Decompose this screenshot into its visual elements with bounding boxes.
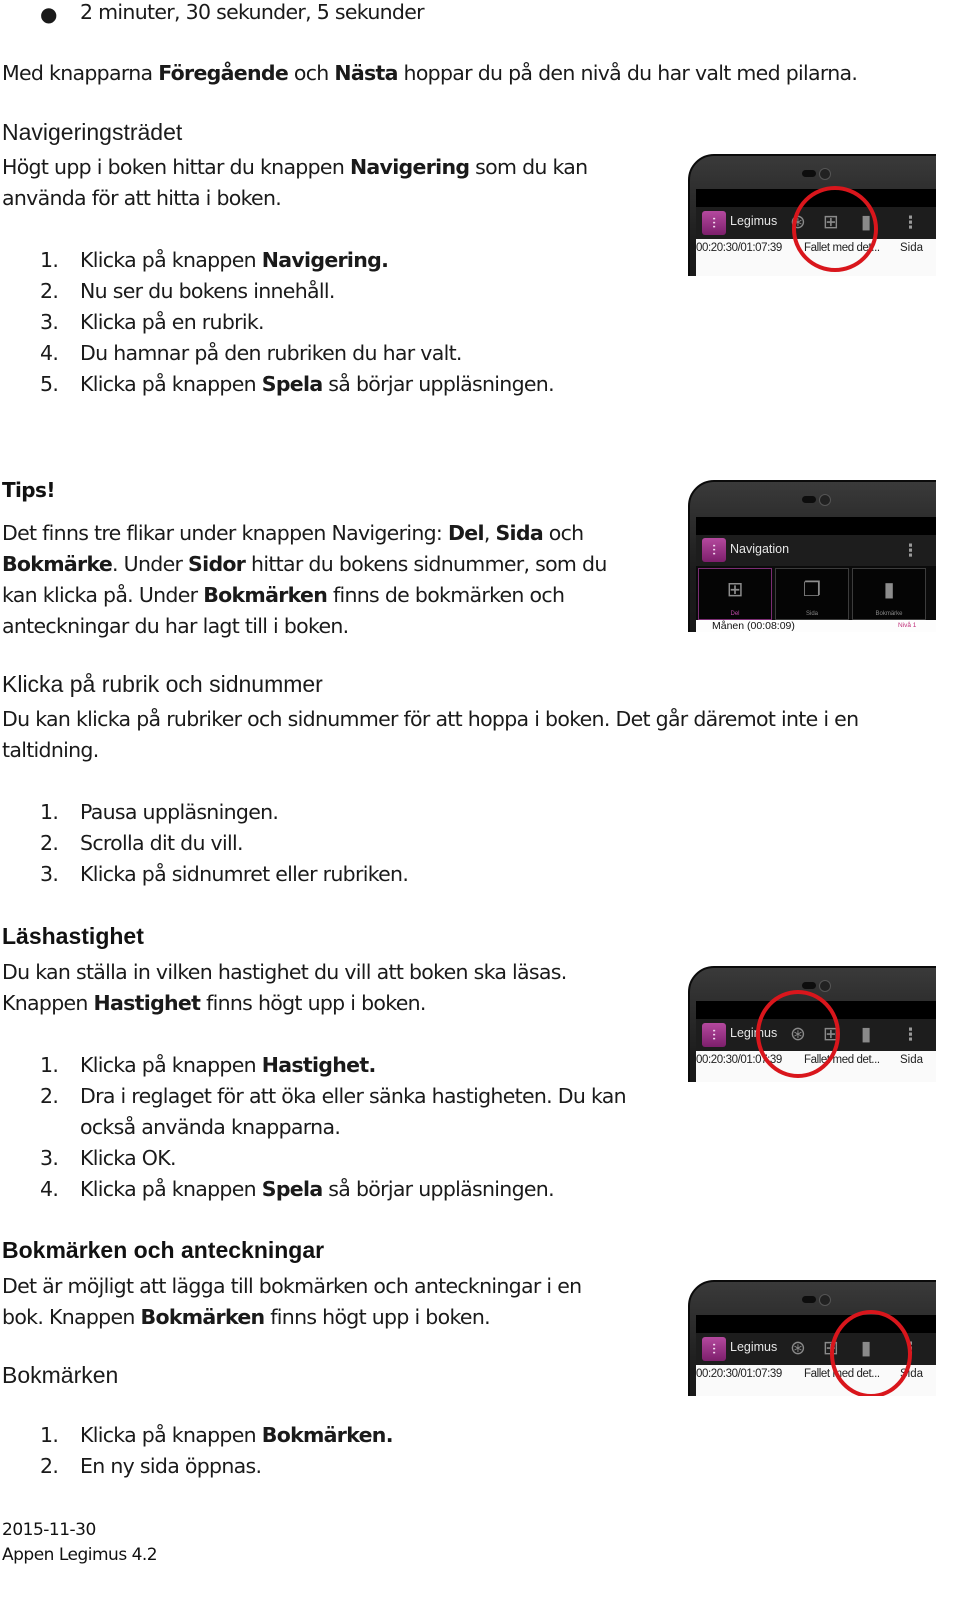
speed-paragraph: Du kan ställa in vilken hastighet du vil… [2, 960, 567, 1015]
legimus-logo-icon: ⫶ [702, 211, 726, 235]
footer-app-version: Appen Legimus 4.2 [2, 1545, 158, 1565]
page-label: Sida [900, 1054, 924, 1066]
heading-navigation-tree: Navigeringsträdet [2, 119, 183, 145]
phone-speaker [802, 982, 816, 989]
playback-time: 00:20:30/01:07:39 [696, 242, 782, 254]
phone-speaker [802, 1296, 816, 1303]
navigation-tree-steps: 1. Klicka på knappen Navigering. 2. Nu ser… [0, 245, 555, 400]
bullet-dot: ● [40, 2, 57, 26]
navigation-tree-paragraph: Högt upp i boken hittar du knappen Navig… [2, 155, 588, 210]
screenshot-bookmark-button: ⫶ Legimus ⊛ ⊞ ▮ ⋮ 00:20:30/01:07:39 Fall… [684, 1272, 936, 1396]
list-item: 1. Pausa uppläsningen. [40, 800, 279, 824]
list-item: 2. Nu ser du bokens innehåll. [40, 279, 335, 303]
list-item: 3. Klicka OK. [40, 1146, 176, 1170]
highlight-circle [756, 990, 840, 1078]
highlight-circle [792, 186, 878, 272]
legimus-logo-icon: ⫶ [702, 1023, 726, 1047]
navigation-row-level: Nivå 1 [898, 622, 917, 629]
list-item: 4. Du hamnar på den rubriken du har valt. [40, 341, 462, 365]
app-title: Legimus [730, 1340, 778, 1354]
app-title: Navigation [730, 542, 790, 556]
list-item: 2. En ny sida öppnas. [40, 1454, 262, 1478]
tab-sida[interactable]: ❐ Sida [775, 568, 849, 620]
list-item: 2. Scrolla dit du vill. [40, 831, 243, 855]
highlight-circle [830, 1310, 912, 1396]
speed-icon[interactable]: ⊛ [790, 1338, 806, 1360]
heading-reading-speed: Läshastighet [2, 923, 144, 949]
list-item: 4. Klicka på knappen Spela så börjar uppl… [40, 1177, 555, 1201]
intro-paragraph: Med knapparna Föregående och Nästa hoppa… [2, 61, 858, 85]
page-icon: ❐ [803, 579, 821, 601]
overflow-menu-icon[interactable]: ⋮ [902, 1024, 919, 1046]
bookmark-add-icon[interactable]: ▮ [861, 1024, 871, 1046]
phone-camera [819, 494, 831, 506]
page-footer: 2015-11-30 Appen Legimus 4.2 [2, 1518, 158, 1568]
subheading-bookmarks: Bokmärken [2, 1362, 119, 1388]
click-paragraph: Du kan klicka på rubriker och sidnummer … [2, 707, 859, 762]
legimus-logo-icon: ⫶ [702, 1337, 726, 1361]
screenshot-navigation-button: ⫶ Legimus ⊛ ⊞ ▮ ⋮ 00:20:30/01:07:39 Fall… [684, 146, 936, 276]
list-item: 5. Klicka på knappen Spela så börjar uppl… [40, 372, 555, 396]
legimus-logo-icon: ⫶ [702, 538, 726, 562]
bookmarks-icon: ▮ [883, 579, 895, 601]
list-item: 3. Klicka på en rubrik. [40, 310, 265, 334]
list-item: 3. Klicka på sidnumret eller rubriken. [40, 862, 409, 886]
phone-camera [819, 1294, 831, 1306]
phone-camera [819, 980, 831, 992]
page-label: Sida [900, 242, 924, 254]
overflow-menu-icon[interactable]: ⋮ [902, 540, 919, 562]
list-item: 1. Klicka på knappen Bokmärken. [40, 1423, 393, 1447]
list-item: 1. Klicka på knappen Hastighet. [40, 1053, 376, 1077]
playback-time: 00:20:30/01:07:39 [696, 1368, 782, 1380]
footer-date: 2015-11-30 [2, 1520, 96, 1540]
phone-camera [819, 168, 831, 180]
navigation-row-title: Månen (00:08:09) [712, 620, 795, 632]
overflow-menu-icon[interactable]: ⋮ [902, 212, 919, 234]
heading-bookmarks-notes: Bokmärken och anteckningar [2, 1237, 325, 1263]
tips-heading: Tips! [2, 478, 55, 502]
bookmark-steps: 1. Klicka på knappen Bokmärken. 2. En ny s… [0, 1420, 393, 1482]
list-item: 2. Dra i reglaget för att öka eller sänka… [40, 1084, 627, 1139]
list-item: 1. Klicka på knappen Navigering. [40, 248, 389, 272]
screenshot-speed-button: ⫶ Legimus ⊛ ⊞ ▮ ⋮ 00:20:30/01:07:39 Fall… [684, 958, 936, 1082]
tips-paragraph: Det finns tre flikar under knappen Navig… [2, 521, 607, 638]
tab-bokmarke[interactable]: ▮ Bokmärke [852, 568, 926, 620]
click-steps: 1. Pausa uppläsningen. 2. Scrolla dit du v… [0, 797, 409, 890]
status-bar [696, 517, 936, 535]
phone-speaker [802, 170, 816, 177]
tree-icon: ⊞ [726, 579, 744, 601]
bookmarks-paragraph: Det är möjligt att lägga till bokmärken … [2, 1274, 582, 1329]
screenshot-navigation-view: ⫶ Navigation ⋮ ⊞ Del ❐ Sida ▮ Bokmärke M… [684, 472, 936, 632]
speed-steps: 1. Klicka på knappen Hastighet. 2. Dra i r… [0, 1050, 627, 1205]
phone-speaker [802, 496, 816, 503]
tab-del[interactable]: ⊞ Del [698, 568, 772, 620]
app-title: Legimus [730, 214, 778, 228]
heading-click-heading-page: Klicka på rubrik och sidnummer [2, 671, 323, 697]
